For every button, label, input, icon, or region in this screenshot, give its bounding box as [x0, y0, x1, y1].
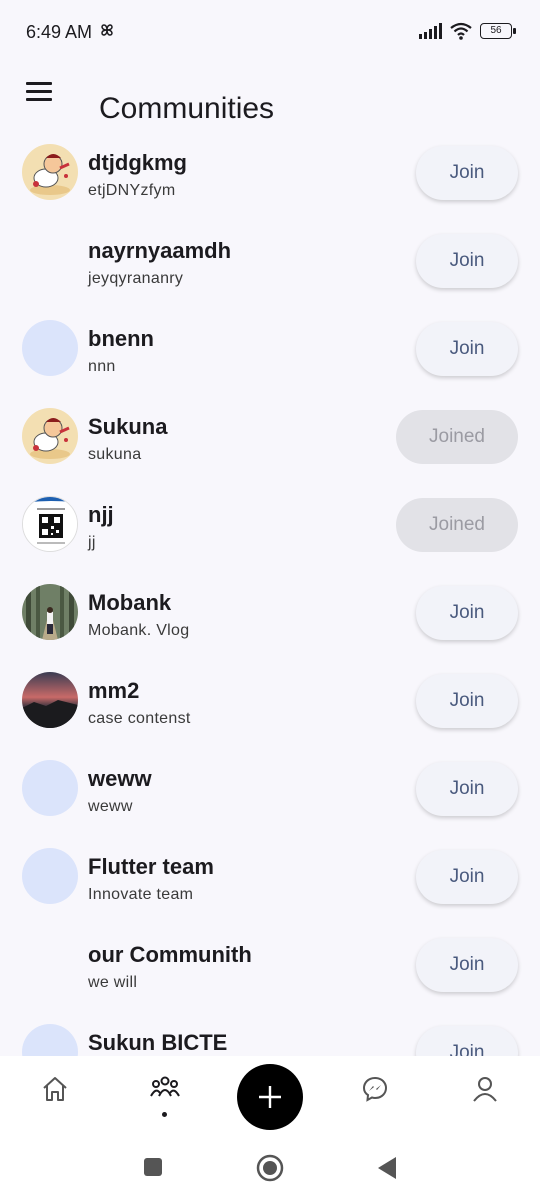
join-button[interactable]: Join: [416, 146, 518, 200]
avatar: [22, 848, 78, 904]
list-item[interactable]: Mobank Mobank. Vlog Join: [0, 570, 540, 658]
messenger-icon[interactable]: [355, 1074, 395, 1114]
avatar: [22, 496, 78, 552]
add-icon: [259, 1086, 281, 1108]
app-bar: Communities: [0, 68, 540, 132]
communities-icon[interactable]: [145, 1074, 185, 1114]
community-name: Sukun BICTE: [88, 1030, 228, 1055]
avatar: [22, 1024, 78, 1056]
avatar: [22, 144, 78, 200]
status-icons: 56: [419, 22, 516, 40]
page-title: Communities: [99, 92, 275, 126]
avatar: [22, 584, 78, 640]
avatar: [22, 936, 78, 992]
avatar: [22, 672, 78, 728]
profile-icon[interactable]: [465, 1074, 505, 1114]
list-item[interactable]: our Communith we will Join: [0, 922, 540, 1010]
back-triangle-icon[interactable]: [376, 1156, 398, 1185]
list-item[interactable]: dtjdgkmg etjDNYzfym Join: [0, 130, 540, 218]
community-name: Sukuna: [88, 414, 168, 439]
community-name: weww: [88, 766, 152, 791]
signal-icon: [419, 23, 442, 39]
list-item[interactable]: njj jj Joined: [0, 482, 540, 570]
community-name: bnenn: [88, 326, 154, 351]
list-item[interactable]: nayrnyaamdh jeyqyrananry Join: [0, 218, 540, 306]
avatar: [22, 232, 78, 288]
active-indicator: [162, 1112, 167, 1117]
community-subtitle: nnn: [88, 358, 116, 375]
join-button[interactable]: Join: [416, 234, 518, 288]
recents-square-icon[interactable]: [143, 1157, 163, 1182]
list-item[interactable]: weww weww Join: [0, 746, 540, 834]
community-subtitle: Mobank. Vlog: [88, 622, 190, 639]
home-circle-icon[interactable]: [256, 1154, 284, 1187]
avatar: [22, 760, 78, 816]
pinwheel-icon: [98, 21, 116, 44]
community-name: Flutter team: [88, 854, 214, 879]
community-name: njj: [88, 502, 114, 527]
community-subtitle: sukuna: [88, 446, 142, 463]
community-subtitle: Innovate team: [88, 886, 194, 903]
bottom-nav: [0, 1056, 540, 1130]
list-item[interactable]: Flutter team Innovate team Join: [0, 834, 540, 922]
join-button[interactable]: Join: [416, 322, 518, 376]
community-subtitle: etjDNYzfym: [88, 182, 176, 199]
join-button[interactable]: Join: [416, 850, 518, 904]
wifi-icon: [450, 22, 472, 40]
list-item[interactable]: mm2 case contenst Join: [0, 658, 540, 746]
join-button[interactable]: Join: [416, 586, 518, 640]
community-subtitle: jeyqyrananry: [88, 270, 184, 287]
community-name: dtjdgkmg: [88, 150, 187, 175]
community-subtitle: case contenst: [88, 710, 191, 727]
joined-button[interactable]: Joined: [396, 498, 518, 552]
list-item[interactable]: Sukuna sukuna Joined: [0, 394, 540, 482]
community-subtitle: we will: [88, 974, 138, 991]
join-button[interactable]: Join: [416, 938, 518, 992]
community-subtitle: weww: [88, 798, 133, 815]
battery-icon: 56: [480, 23, 516, 39]
avatar: [22, 320, 78, 376]
join-button[interactable]: Join: [416, 1026, 518, 1056]
communities-list[interactable]: dtjdgkmg etjDNYzfym Join nayrnyaamdh jey…: [0, 130, 540, 1056]
avatar: [22, 408, 78, 464]
add-button[interactable]: [237, 1064, 303, 1130]
community-name: mm2: [88, 678, 140, 703]
status-bar: 6:49 AM 56: [0, 0, 540, 68]
system-nav: [0, 1130, 540, 1200]
screen: 6:49 AM 56 Communities dtjdgkmg etjDNYzf…: [0, 0, 540, 1200]
join-button[interactable]: Join: [416, 674, 518, 728]
status-time: 6:49 AM: [26, 22, 93, 42]
joined-button[interactable]: Joined: [396, 410, 518, 464]
community-name: Mobank: [88, 590, 172, 615]
hamburger-menu-icon[interactable]: [26, 82, 52, 104]
community-name: nayrnyaamdh: [88, 238, 232, 263]
home-icon[interactable]: [35, 1074, 75, 1114]
community-subtitle: jj: [88, 534, 96, 551]
community-name: our Communith: [88, 942, 252, 967]
list-item[interactable]: bnenn nnn Join: [0, 306, 540, 394]
join-button[interactable]: Join: [416, 762, 518, 816]
list-item[interactable]: Sukun BICTE Join: [0, 1010, 540, 1056]
